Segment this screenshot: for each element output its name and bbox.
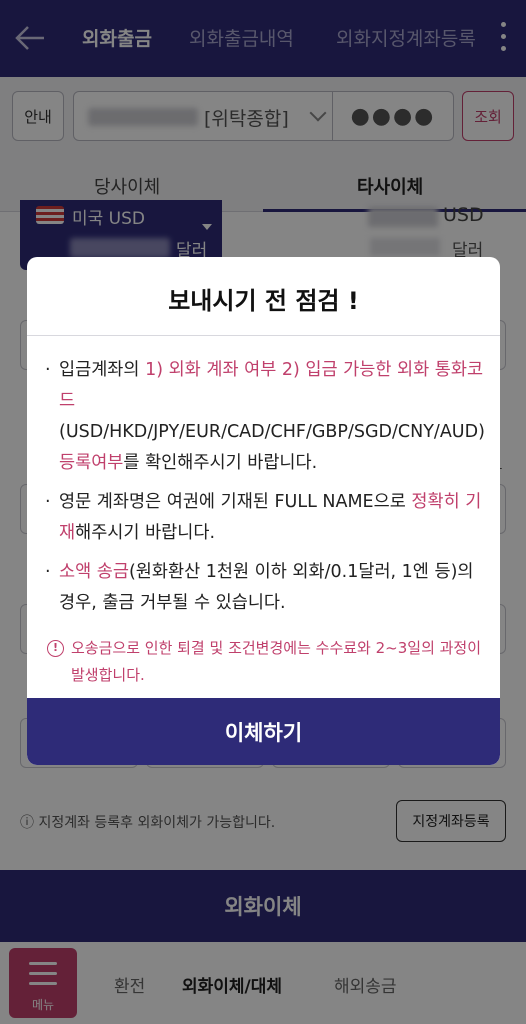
- warning-notice: ! 오송금으로 인한 퇴결 및 조건변경에는 수수료와 2~3일의 과정이 발생…: [47, 635, 487, 689]
- warning-icon: !: [47, 640, 64, 657]
- check-highlight: 소액 송금: [59, 562, 129, 582]
- check-text: (USD/HKD/JPY/EUR/CAD/CHF/GBP/SGD/CNY/AUD…: [59, 422, 485, 442]
- warning-text: 오송금으로 인한 퇴결 및 조건변경에는 수수료와 2~3일의 과정이 발생합니…: [71, 639, 482, 684]
- divider: [27, 335, 500, 336]
- dialog-title: 보내시기 전 점검 !: [168, 287, 359, 315]
- check-text: 영문 계좌명은 여권에 기재된 FULL NAME으로: [59, 492, 412, 512]
- pre-transfer-check-dialog: 보내시기 전 점검 ! · 입금계좌의 1) 외화 계좌 여부 2) 입금 가능…: [27, 257, 500, 765]
- check-text: 해주시기 바랍니다.: [75, 523, 216, 543]
- confirm-transfer-button[interactable]: 이체하기: [27, 698, 500, 765]
- check-highlight: 등록여부: [59, 453, 124, 473]
- check-text: 를 확인해주시기 바랍니다.: [123, 453, 318, 473]
- check-item-currency-code: · 입금계좌의 1) 외화 계좌 여부 2) 입금 가능한 외화 통화코드(US…: [45, 355, 485, 479]
- bullet-dot: ·: [45, 492, 51, 512]
- check-text: 입금계좌의: [59, 360, 146, 380]
- bullet-dot: ·: [45, 562, 51, 582]
- check-item-small-amount: · 소액 송금(원화환산 1천원 이하 외화/0.1달러, 1엔 등)의 경우,…: [45, 557, 485, 619]
- bullet-dot: ·: [45, 360, 51, 380]
- check-item-account-name: · 영문 계좌명은 여권에 기재된 FULL NAME으로 정확히 기재해주시기…: [45, 487, 485, 549]
